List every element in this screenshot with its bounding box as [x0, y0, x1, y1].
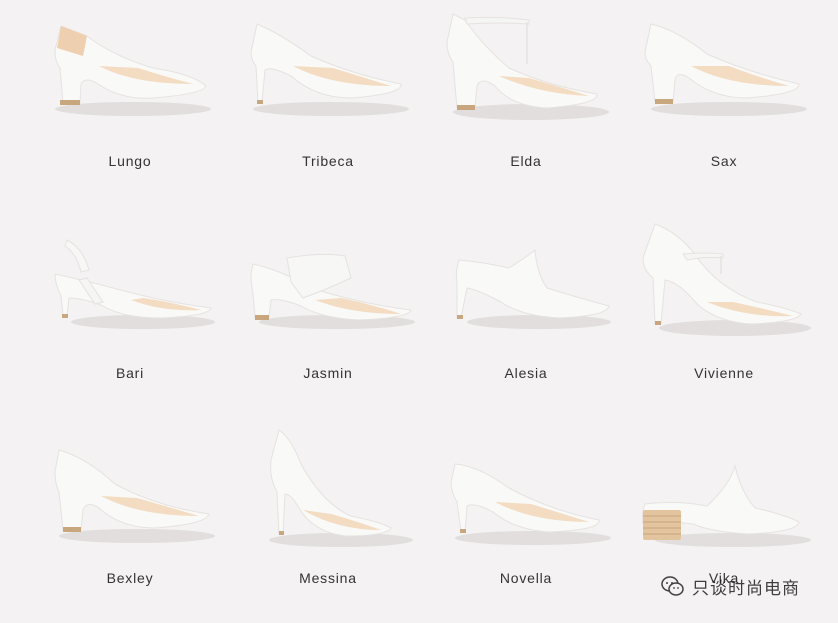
shoe-tile-sax[interactable]: Sax [625, 0, 823, 212]
shoe-catalog-page: Lungo Tribeca Elda Sax Bari Jasmin Alesi… [0, 0, 838, 623]
mule-sandal-icon [250, 253, 415, 329]
shoe-name: Alesia [504, 365, 548, 381]
shoe-name: Lungo [108, 153, 152, 169]
shoe-name: Vivienne [694, 365, 754, 381]
slingback-icon [54, 239, 215, 329]
shoe-tile-bexley[interactable]: Bexley [31, 424, 229, 623]
shoe-tile-elda[interactable]: Elda [427, 0, 625, 212]
shoe-tile-tribeca[interactable]: Tribeca [229, 0, 427, 212]
stiletto-pump-icon [250, 23, 409, 116]
wechat-icon [661, 576, 684, 596]
block-heel-pump-icon [54, 449, 215, 543]
watermark-text: 只谈时尚电商 [692, 578, 800, 599]
shoe-name: Jasmin [303, 365, 353, 381]
shoe-name: Bexley [106, 570, 154, 586]
shoe-name: Bari [115, 365, 145, 381]
pump-heel-strap-icon [54, 25, 211, 116]
wood-heel-mule-icon [641, 464, 811, 547]
shoe-name: Tribeca [302, 153, 354, 169]
shoe-tile-messina[interactable]: Messina [229, 424, 427, 623]
shoe-name: Elda [510, 153, 542, 169]
shoe-name: Messina [299, 570, 357, 586]
pointed-mule-icon [455, 249, 611, 329]
ankle-strap-stiletto-icon [642, 223, 811, 336]
high-stiletto-pump-icon [269, 429, 413, 547]
shoe-grid: Lungo Tribeca Elda Sax Bari Jasmin Alesi… [0, 0, 838, 623]
shoe-tile-bari[interactable]: Bari [31, 212, 229, 424]
watermark: 只谈时尚电商 [660, 573, 800, 599]
shoe-name: Sax [710, 153, 738, 169]
mid-heel-pump-icon [450, 463, 611, 545]
shoe-tile-novella[interactable]: Novella [427, 424, 625, 623]
block-heel-pump-icon [644, 23, 807, 116]
shoe-name: Novella [499, 570, 553, 586]
shoe-tile-vivienne[interactable]: Vivienne [625, 212, 823, 424]
shoe-tile-jasmin[interactable]: Jasmin [229, 212, 427, 424]
shoe-tile-alesia[interactable]: Alesia [427, 212, 625, 424]
shoe-tile-lungo[interactable]: Lungo [31, 0, 229, 212]
ankle-strap-pump-icon [446, 13, 609, 120]
